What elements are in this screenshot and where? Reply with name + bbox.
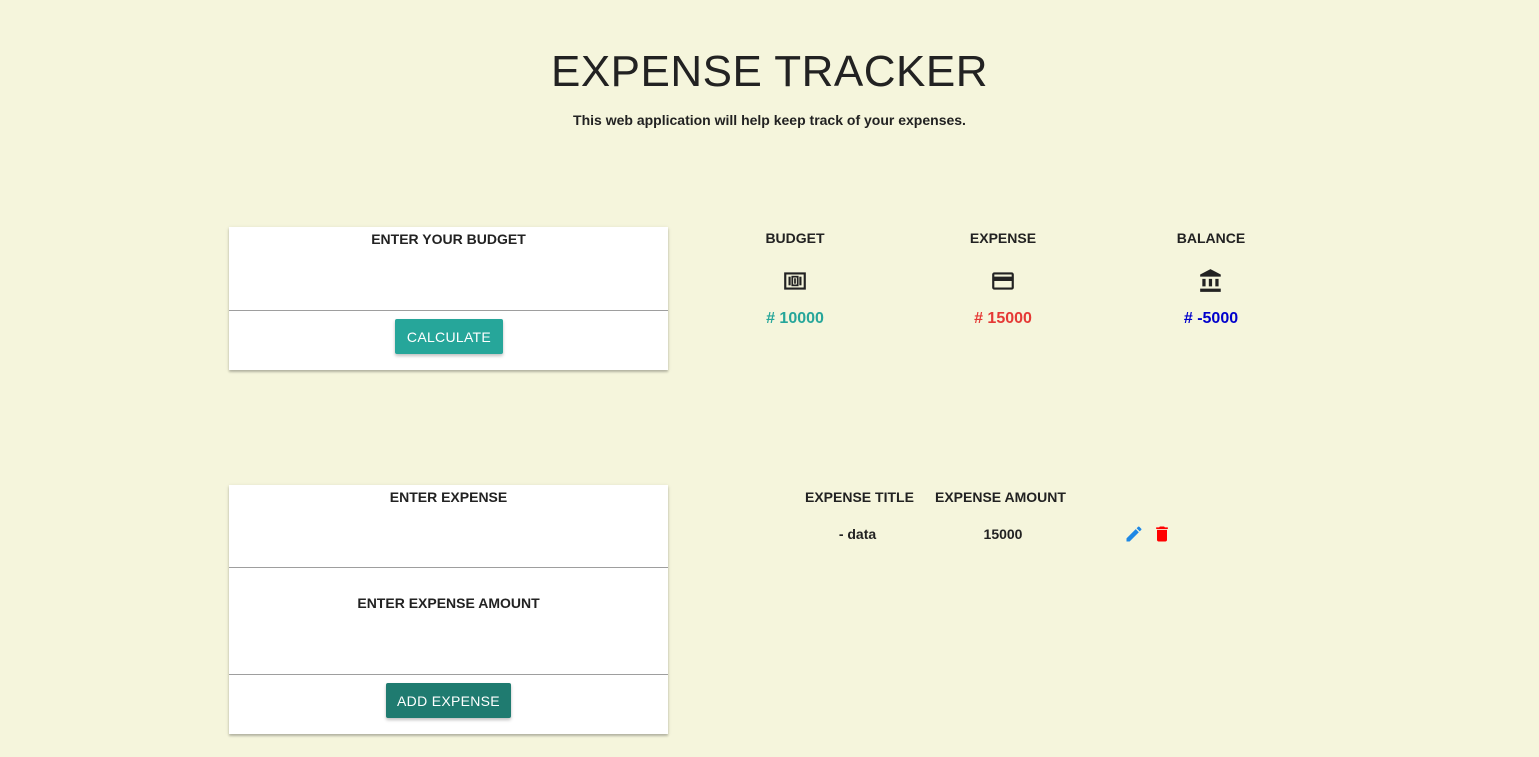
budget-value: # 10000: [766, 310, 824, 327]
bank-icon: [1200, 269, 1221, 292]
expense-title-cell: - data: [838, 526, 877, 542]
balance-summary-label: BALANCE: [1176, 230, 1246, 246]
page-title: EXPENSE TRACKER: [550, 47, 989, 96]
expense-title-header: EXPENSE TITLE: [805, 489, 914, 505]
budget-input[interactable]: [229, 253, 668, 311]
money-icon: [784, 272, 806, 290]
budget-summary-label: BUDGET: [765, 230, 825, 246]
calculate-button[interactable]: CALCULATE: [395, 319, 503, 354]
expense-summary: EXPENSE # 15000: [913, 230, 1093, 328]
expense-amount-header: EXPENSE AMOUNT: [935, 489, 1066, 505]
budget-summary: BUDGET # 10000: [705, 230, 885, 328]
expense-summary-label: EXPENSE: [969, 230, 1037, 246]
credit-card-icon: [992, 272, 1014, 290]
expense-value: # 15000: [974, 310, 1032, 327]
expense-amount-cell: 15000: [983, 526, 1023, 542]
expense-title-input[interactable]: [229, 511, 668, 568]
balance-value: # -5000: [1183, 310, 1239, 327]
expense-card: ENTER EXPENSE ENTER EXPENSE AMOUNT ADD E…: [229, 485, 668, 734]
expense-amount-label: ENTER EXPENSE AMOUNT: [357, 595, 540, 611]
expense-amount-input[interactable]: [229, 617, 668, 675]
budget-label: ENTER YOUR BUDGET: [371, 231, 526, 247]
delete-icon[interactable]: [1152, 524, 1172, 544]
add-expense-button[interactable]: ADD EXPENSE: [386, 683, 511, 718]
edit-icon[interactable]: [1124, 524, 1144, 544]
expense-title-label: ENTER EXPENSE: [389, 489, 508, 505]
page-header: EXPENSE TRACKER This web application wil…: [0, 44, 1539, 128]
budget-card: ENTER YOUR BUDGET CALCULATE: [229, 227, 668, 370]
page-subtitle: This web application will help keep trac…: [573, 112, 966, 128]
balance-summary: BALANCE # -5000: [1121, 230, 1301, 328]
